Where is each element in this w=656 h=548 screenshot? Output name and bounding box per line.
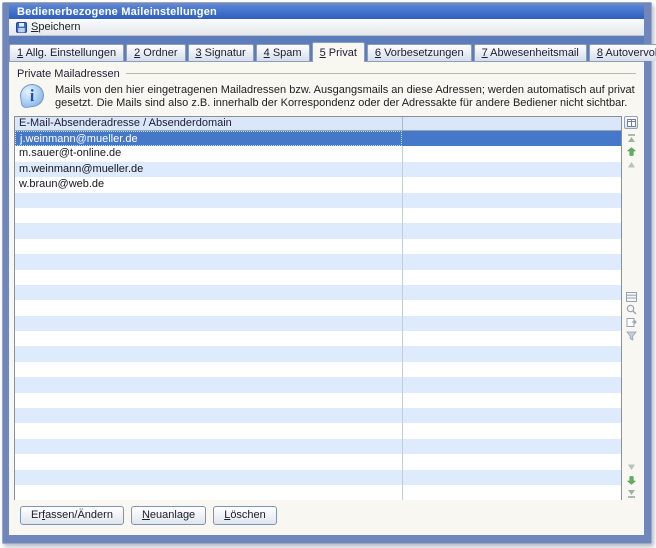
info-row: i Mails von den hier eingetragenen Maila… (13, 80, 640, 115)
grid-row-empty (15, 239, 621, 254)
grid-row-empty (15, 300, 621, 315)
save-button-label: Speichern (31, 21, 81, 33)
scroll-last-icon[interactable] (625, 488, 637, 499)
grid-row-empty (15, 270, 621, 285)
grid-cell-email (15, 208, 402, 223)
grid-cell-email: m.sauer@t-online.de (15, 146, 402, 161)
grid-cell-email (15, 300, 402, 315)
grid-row-empty (15, 377, 621, 392)
grid-row-empty (15, 454, 621, 469)
grid-row-empty (15, 193, 621, 208)
grid-row-empty (15, 254, 621, 269)
grid-row-empty (15, 331, 621, 346)
grid-cell-email: w.braun@web.de (15, 177, 402, 192)
grid-cell-email (15, 485, 402, 500)
grid-cell-email (15, 239, 402, 254)
filter-icon[interactable] (625, 330, 637, 341)
grid-cell-email (15, 316, 402, 331)
grid-cell-email (15, 393, 402, 408)
column-chooser-icon (627, 119, 636, 127)
scroll-first-icon[interactable] (625, 133, 637, 144)
grid-cell-email (15, 454, 402, 469)
search-icon[interactable] (625, 304, 637, 315)
group-rule (126, 73, 636, 74)
grid-cell-email (15, 362, 402, 377)
neuanlage-button[interactable]: Neuanlage (131, 506, 206, 525)
scroll-next-icon[interactable] (625, 462, 637, 473)
grid-wrap: E-Mail-Absenderadresse / Absenderdomain … (14, 116, 640, 500)
grid-cell-email: j.weinmann@mueller.de (15, 131, 402, 146)
floppy-disk-icon (16, 22, 27, 33)
column-chooser-button[interactable] (624, 116, 638, 129)
grid-row-empty (15, 393, 621, 408)
tab-strip: 1 Allg. Einstellungen2 Ordner3 Signatur4… (9, 36, 644, 61)
info-text: Mails von den hier eingetragenen Mailadr… (55, 83, 635, 111)
tab-area: 1 Allg. Einstellungen2 Ordner3 Signatur4… (9, 36, 644, 535)
grid-cell-email (15, 254, 402, 269)
export-icon[interactable] (625, 317, 637, 328)
tab-vorbesetzungen[interactable]: 6 Vorbesetzungen (367, 44, 472, 61)
privat-tab-panel: Private Mailadressen i Mails von den hie… (9, 61, 644, 535)
tab-ordner[interactable]: 2 Ordner (126, 44, 185, 61)
tab-allg-einstellungen[interactable]: 1 Allg. Einstellungen (9, 44, 124, 61)
grid-cell-email (15, 346, 402, 361)
tab-abwesenheitsmail[interactable]: 7 Abwesenheitsmail (474, 44, 587, 61)
scroll-up-icon[interactable] (625, 146, 637, 157)
grid-row-empty (15, 439, 621, 454)
grid-cell-email (15, 331, 402, 346)
erfassen-aendern-button[interactable]: Erfassen/Ändern (20, 506, 124, 525)
grid-row-empty (15, 470, 621, 485)
grid-column-header[interactable]: E-Mail-Absenderadresse / Absenderdomain (15, 117, 621, 131)
grid-cell-email (15, 377, 402, 392)
save-button[interactable]: Speichern (13, 20, 87, 34)
scroll-prev-icon[interactable] (625, 159, 637, 170)
grid-row-empty (15, 362, 621, 377)
tab-signatur[interactable]: 3 Signatur (188, 44, 254, 61)
grid-row-empty (15, 208, 621, 223)
grid-view-icon[interactable] (625, 291, 637, 302)
toolbar: Speichern (9, 19, 644, 36)
grid-cell-email (15, 423, 402, 438)
grid-row-empty (15, 408, 621, 423)
column-divider (402, 131, 403, 500)
grid-body: j.weinmann@mueller.dem.sauer@t-online.de… (15, 131, 621, 500)
tab-autovervollstaendigung[interactable]: 8 Autovervollständigung (589, 44, 656, 61)
grid-cell-email (15, 285, 402, 300)
tab-spam[interactable]: 4 Spam (256, 44, 310, 61)
grid-cell-email (15, 408, 402, 423)
grid-row-empty (15, 285, 621, 300)
grid-row-empty (15, 316, 621, 331)
email-grid: E-Mail-Absenderadresse / Absenderdomain … (14, 116, 622, 500)
grid-side-strip (622, 116, 640, 500)
grid-row[interactable]: m.sauer@t-online.de (15, 146, 621, 161)
grid-cell-email (15, 270, 402, 285)
grid-row-empty (15, 346, 621, 361)
loeschen-button[interactable]: Löschen (213, 506, 277, 525)
grid-cell-email (15, 193, 402, 208)
grid-row-empty (15, 223, 621, 238)
tab-privat[interactable]: 5 Privat (312, 42, 365, 62)
grid-row-empty (15, 485, 621, 500)
grid-cell-email (15, 470, 402, 485)
grid-cell-email: m.weinmann@mueller.de (15, 162, 402, 177)
grid-row-empty (15, 423, 621, 438)
action-button-row: Erfassen/Ändern Neuanlage Löschen (13, 500, 640, 525)
grid-row[interactable]: m.weinmann@mueller.de (15, 162, 621, 177)
grid-row[interactable]: j.weinmann@mueller.de (15, 131, 621, 146)
group-header: Private Mailadressen (13, 67, 640, 80)
grid-cell-email (15, 223, 402, 238)
group-label: Private Mailadressen (17, 68, 126, 80)
grid-cell-email (15, 439, 402, 454)
info-icon: i (19, 83, 47, 111)
dialog-window: Bedienerbezogene Maileinstellungen Speic… (2, 2, 652, 544)
grid-row[interactable]: w.braun@web.de (15, 177, 621, 192)
scroll-down-icon[interactable] (625, 475, 637, 486)
window-title: Bedienerbezogene Maileinstellungen (9, 5, 644, 19)
